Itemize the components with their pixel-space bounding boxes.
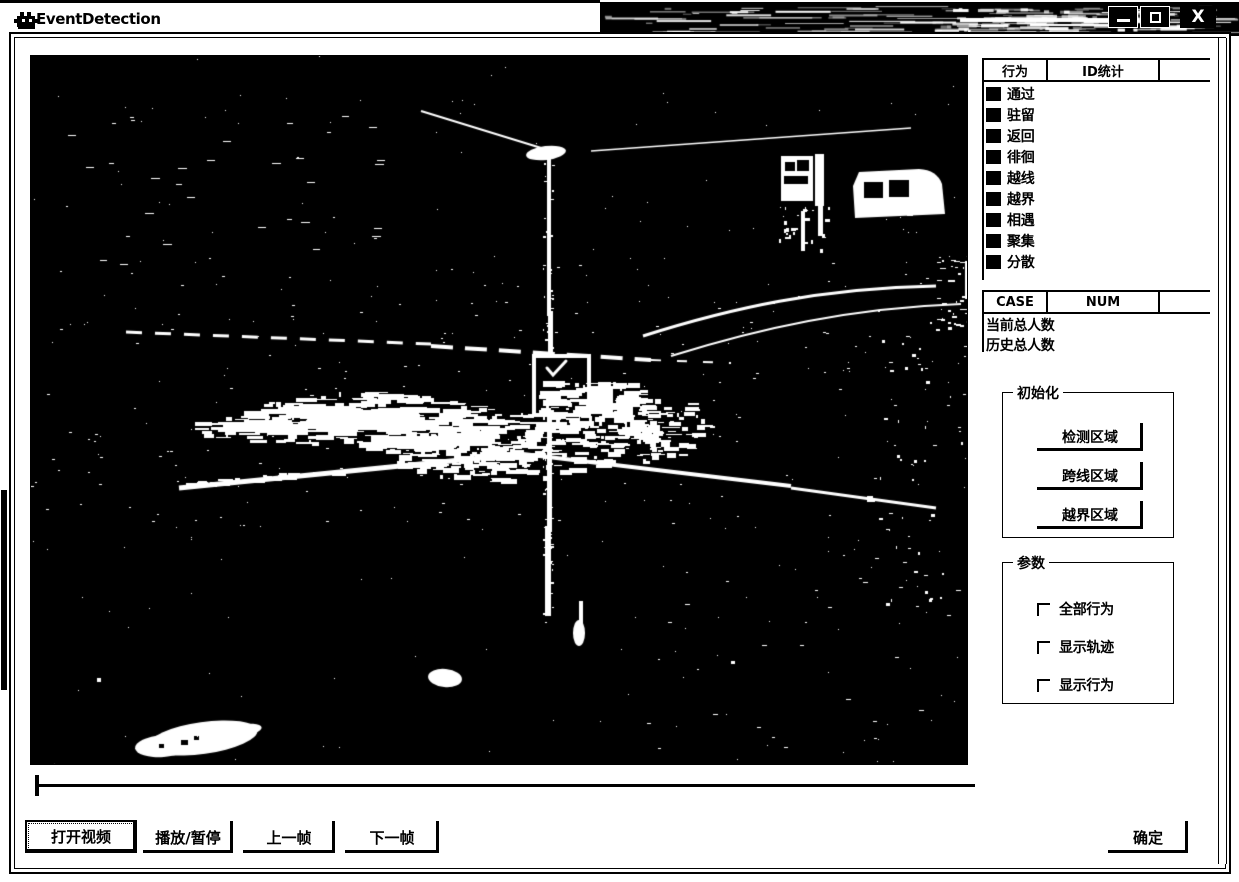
num-column-header[interactable]: NUM	[1048, 292, 1160, 312]
case-label: 当前总人数	[986, 318, 1055, 334]
behavior-row[interactable]: 返回	[984, 125, 1210, 146]
case-row[interactable]: 历史总人数	[984, 335, 1210, 355]
title-bar: EventDetection X	[0, 0, 1239, 36]
behavior-row[interactable]: 越界	[984, 188, 1210, 209]
behavior-color-swatch	[986, 149, 1001, 164]
checkbox-icon[interactable]	[1037, 678, 1050, 692]
behavior-extra-column-header[interactable]	[1160, 60, 1208, 80]
case-extra-column-header[interactable]	[1160, 292, 1208, 312]
previous-frame-button[interactable]: 上一帧	[243, 821, 335, 853]
behavior-color-swatch	[986, 86, 1001, 101]
behavior-row[interactable]: 相遇	[984, 209, 1210, 230]
close-icon: X	[1191, 7, 1205, 27]
application-window: EventDetection X 打开视频 播放/暂停 上一帧 下一帧 确定 行…	[0, 0, 1239, 882]
case-row[interactable]: 当前总人数	[984, 315, 1210, 335]
case-count-table[interactable]: CASE NUM 当前总人数历史总人数	[982, 290, 1210, 355]
behavior-color-swatch	[986, 107, 1001, 122]
behavior-row[interactable]: 徘徊	[984, 146, 1210, 167]
behavior-color-swatch	[986, 170, 1001, 185]
window-title: EventDetection	[36, 10, 161, 28]
case-column-header[interactable]: CASE	[984, 292, 1048, 312]
next-frame-button[interactable]: 下一帧	[345, 821, 439, 853]
behavior-color-swatch	[986, 212, 1001, 227]
minimize-icon	[1116, 19, 1130, 22]
case-label: 历史总人数	[986, 338, 1055, 354]
video-display-panel[interactable]	[30, 55, 968, 765]
seek-slider-track[interactable]	[38, 784, 975, 787]
detection-area-button[interactable]: 检测区域	[1037, 423, 1143, 451]
play-pause-button[interactable]: 播放/暂停	[143, 821, 233, 853]
behavior-color-swatch	[986, 233, 1001, 248]
all-behaviors-checkbox[interactable]: 全部行为	[1037, 599, 1114, 619]
show-behavior-checkbox[interactable]: 显示行为	[1037, 675, 1114, 695]
behavior-color-swatch	[986, 254, 1001, 269]
behavior-label: 越界	[1007, 191, 1035, 208]
open-video-button[interactable]: 打开视频	[25, 820, 137, 853]
parameters-group: 参数 全部行为 显示轨迹 显示行为	[1002, 553, 1174, 704]
show-track-label: 显示轨迹	[1059, 640, 1114, 656]
behavior-color-swatch	[986, 128, 1001, 143]
behavior-row[interactable]: 越线	[984, 167, 1210, 188]
window-vertical-scrollbar[interactable]	[1218, 38, 1227, 864]
behavior-label: 聚集	[1007, 233, 1035, 250]
minimize-button[interactable]	[1108, 6, 1138, 28]
id-count-column-header[interactable]: ID统计	[1048, 60, 1160, 80]
behavior-row[interactable]: 聚集	[984, 230, 1210, 251]
behavior-statistics-table[interactable]: 行为 ID统计 通过驻留返回徘徊越线越界相遇聚集分散	[982, 58, 1210, 280]
initialization-group: 初始化 检测区域 跨线区域 越界区域	[1002, 383, 1174, 538]
close-button[interactable]: X	[1180, 6, 1216, 28]
behavior-row[interactable]: 分散	[984, 251, 1210, 272]
parameters-group-title: 参数	[1013, 553, 1049, 573]
behavior-row[interactable]: 驻留	[984, 104, 1210, 125]
behavior-label: 返回	[1007, 128, 1035, 145]
video-seek-slider[interactable]	[32, 773, 977, 797]
show-track-checkbox[interactable]: 显示轨迹	[1037, 637, 1114, 657]
checkbox-icon[interactable]	[1037, 640, 1050, 654]
case-table-body: 当前总人数历史总人数	[984, 314, 1210, 355]
ok-button[interactable]: 确定	[1108, 821, 1188, 853]
behavior-color-swatch	[986, 191, 1001, 206]
behavior-label: 通过	[1007, 86, 1035, 103]
behavior-label: 驻留	[1007, 107, 1035, 124]
behavior-row[interactable]: 通过	[984, 83, 1210, 104]
initialization-group-title: 初始化	[1013, 383, 1063, 403]
maximize-icon	[1149, 11, 1161, 23]
vertical-scrollbar-thumb[interactable]	[1, 490, 7, 690]
maximize-button[interactable]	[1140, 6, 1170, 28]
video-frame-canvas[interactable]	[31, 56, 967, 764]
seek-slider-thumb[interactable]	[35, 775, 39, 796]
checkbox-icon[interactable]	[1037, 602, 1050, 616]
behavior-label: 越线	[1007, 170, 1035, 187]
behavior-column-header[interactable]: 行为	[984, 60, 1048, 80]
behavior-table-body: 通过驻留返回徘徊越线越界相遇聚集分散	[984, 82, 1210, 272]
title-bar-top-edge	[0, 0, 600, 3]
behavior-label: 徘徊	[1007, 149, 1035, 166]
all-behaviors-label: 全部行为	[1059, 602, 1114, 618]
behavior-label: 相遇	[1007, 212, 1035, 229]
behavior-table-header: 行为 ID统计	[984, 60, 1210, 82]
boundary-area-button[interactable]: 越界区域	[1037, 501, 1143, 529]
line-crossing-area-button[interactable]: 跨线区域	[1037, 462, 1143, 490]
show-behavior-label: 显示行为	[1059, 678, 1114, 694]
case-table-header: CASE NUM	[984, 292, 1210, 314]
behavior-label: 分散	[1007, 254, 1035, 271]
